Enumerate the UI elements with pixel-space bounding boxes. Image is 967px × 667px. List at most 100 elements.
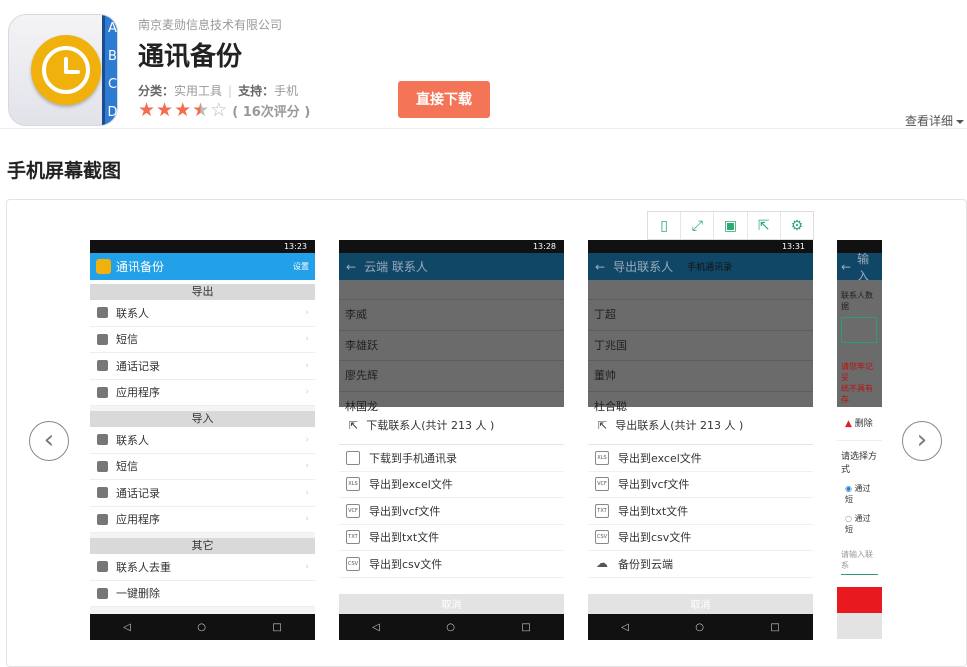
option-label: 导出到vcf文件 [618,478,690,492]
sheet-title: ⇱ 导出联系人(共计 213 人 ) [588,407,813,445]
status-bar: 13:31 [588,240,813,253]
recents-icon: □ [272,621,282,633]
app-bar: ← 云端 联系人 [339,253,564,280]
settings-icon[interactable]: ⚙ [781,212,813,239]
screenshot-4[interactable]: ← 输入 联系人数据 请您牢记妥 统不具有存 ▲ 删除 请选择方式 ◉ 通过短 ○… [837,240,882,640]
list-item: 李威 [339,300,564,331]
app-bar-title: 通讯备份 [116,260,165,274]
list-item: 丁超 [588,300,813,331]
category-label: 分类： [138,84,175,98]
download-button[interactable]: 直接下载 [398,81,490,118]
app-title: 通讯备份 [138,42,243,72]
action-sheet: ⇱ 导出联系人(共计 213 人 ) XLS 导出到excel文件 VCF 导出到vc… [588,407,813,594]
recents-icon: □ [521,621,531,633]
sheet-option: TXT 导出到txt文件 [339,525,564,551]
panel-text: 联系人数据 [841,291,873,311]
half-star-icon: ★ [192,99,210,121]
nav-bar: ◁ ○ □ [339,614,564,640]
person-icon [97,434,108,446]
dialog: ▲ 删除 请选择方式 ◉ 通过短 ○ 通过短 请输入联系 [837,407,882,639]
sheet-option: 下载到手机通讯录 [339,445,564,472]
sheet-option: XLS 导出到excel文件 [339,472,564,498]
phone-frame-icon[interactable]: ▯ [648,212,682,239]
category-value[interactable]: 实用工具 [174,84,222,98]
option-label: 备份到云端 [618,557,673,571]
screenshot-2[interactable]: 13:28 ← 云端 联系人 李威 李雄跃 廖先辉 林国龙 ⇱ 下载联系人(共计 2… [339,240,564,640]
star-icon: ★ [156,99,174,121]
vcf-file-icon: VCF [346,503,360,518]
list-item: 短信 › [90,453,315,480]
item-label: 短信 [116,460,138,474]
app-bar: ← 导出联系人 手机通讯录 [588,253,813,280]
list-item: 应用程序 › [90,379,315,406]
dialog-input: 请输入联系 [841,549,878,575]
confirm-button [837,587,882,613]
group-header: 导出 [90,284,315,300]
share-icon[interactable]: ⇱ [748,212,781,239]
option-label: 导出到excel文件 [618,451,702,465]
sheet-option: CSV 导出到csv文件 [588,525,813,551]
list-item: 联系人去重 › [90,554,315,581]
list-item: 董帅 [588,361,813,392]
list-item: 李雄跃 [339,331,564,361]
screenshot-3[interactable]: 13:31 ← 导出联系人 手机通讯录 丁超 丁兆国 董帅 杜合聪 ⇱ 导出联系人(共… [588,240,813,640]
back-arrow-icon: ← [841,259,852,274]
home-icon: ○ [197,621,206,633]
xls-file-icon: XLS [346,477,360,492]
back-arrow-icon: ← [346,259,357,274]
star-rating: ★ ★ ★ ★ ☆ ( 16次评分 ) [138,100,310,120]
back-arrow-icon: ← [595,259,606,274]
recents-icon: □ [770,621,780,633]
cloud-upload-icon: ☁ [596,555,608,570]
source-selector: 手机通讯录 [687,263,733,273]
txt-file-icon: TXT [595,503,609,518]
list-item: 短信 › [90,326,315,353]
list-item: 通话记录 › [90,480,315,507]
next-arrow-button[interactable]: › [902,421,942,461]
star-icon: ★ [138,99,156,121]
list-item: 联系人 › [90,427,315,454]
prev-arrow-button[interactable]: ‹ [29,421,69,461]
list-item: 丁兆国 [588,331,813,361]
home-icon: ○ [446,621,455,633]
list-item [339,280,564,300]
star-icon: ★ [174,99,192,121]
sheet-option: CSV 导出到csv文件 [339,551,564,578]
developer-name[interactable]: 南京麦勋信息技术有限公司 [138,16,282,33]
group-header: 导入 [90,411,315,427]
status-time: 13:28 [532,242,556,251]
dimmed-list: 丁超 丁兆国 董帅 杜合聪 [588,280,813,422]
screenshot-1[interactable]: 13:23 通讯备份 设置 导出 联系人 › 短信 › 通话记录 › 应用程序 › 导入… [90,240,315,640]
list-item: 廖先辉 [339,361,564,392]
sheet-option: VCF 导出到vcf文件 [339,498,564,525]
sheet-title-label: 下载联系人(共计 213 人 ) [366,419,495,432]
dimmed-list: 李威 李雄跃 廖先辉 林国龙 [339,280,564,422]
list-item: 通话记录 › [90,353,315,380]
view-details-link[interactable]: 查看详细 [905,112,965,129]
item-label: 短信 [116,333,138,347]
sheet-option: TXT 导出到txt文件 [588,498,813,525]
option-label: 导出到txt文件 [618,504,689,518]
status-time: 13:23 [283,242,307,251]
support-label: 支持： [238,84,275,98]
sheet-title: ⇱ 下载联系人(共计 213 人 ) [339,407,564,445]
back-icon: ◁ [621,621,629,633]
dialog-prompt: 请选择方式 [841,452,878,475]
group-header: 其它 [90,538,315,554]
phone-icon [97,360,108,372]
rating-count: ( 16次评分 ) [232,104,311,120]
radio-checked-icon: ◉ [845,484,852,493]
save-icon[interactable]: ▣ [714,212,748,239]
radio-icon: ○ [845,514,852,523]
tab-letter: D [107,105,118,120]
warning-text: 统不具有存 [841,384,873,404]
contact-card-icon [346,450,360,465]
export-icon: ⇱ [598,419,608,432]
item-label: 一键删除 [116,587,160,601]
fullscreen-icon[interactable]: ⤢ [681,212,715,239]
export-icon: ⇱ [349,419,359,432]
app-bar: ← 输入 [837,252,882,283]
view-details-label: 查看详细 [905,114,954,128]
gallery-toolbar: ▯ ⤢ ▣ ⇱ ⚙ [647,211,814,240]
csv-file-icon: CSV [595,530,609,545]
